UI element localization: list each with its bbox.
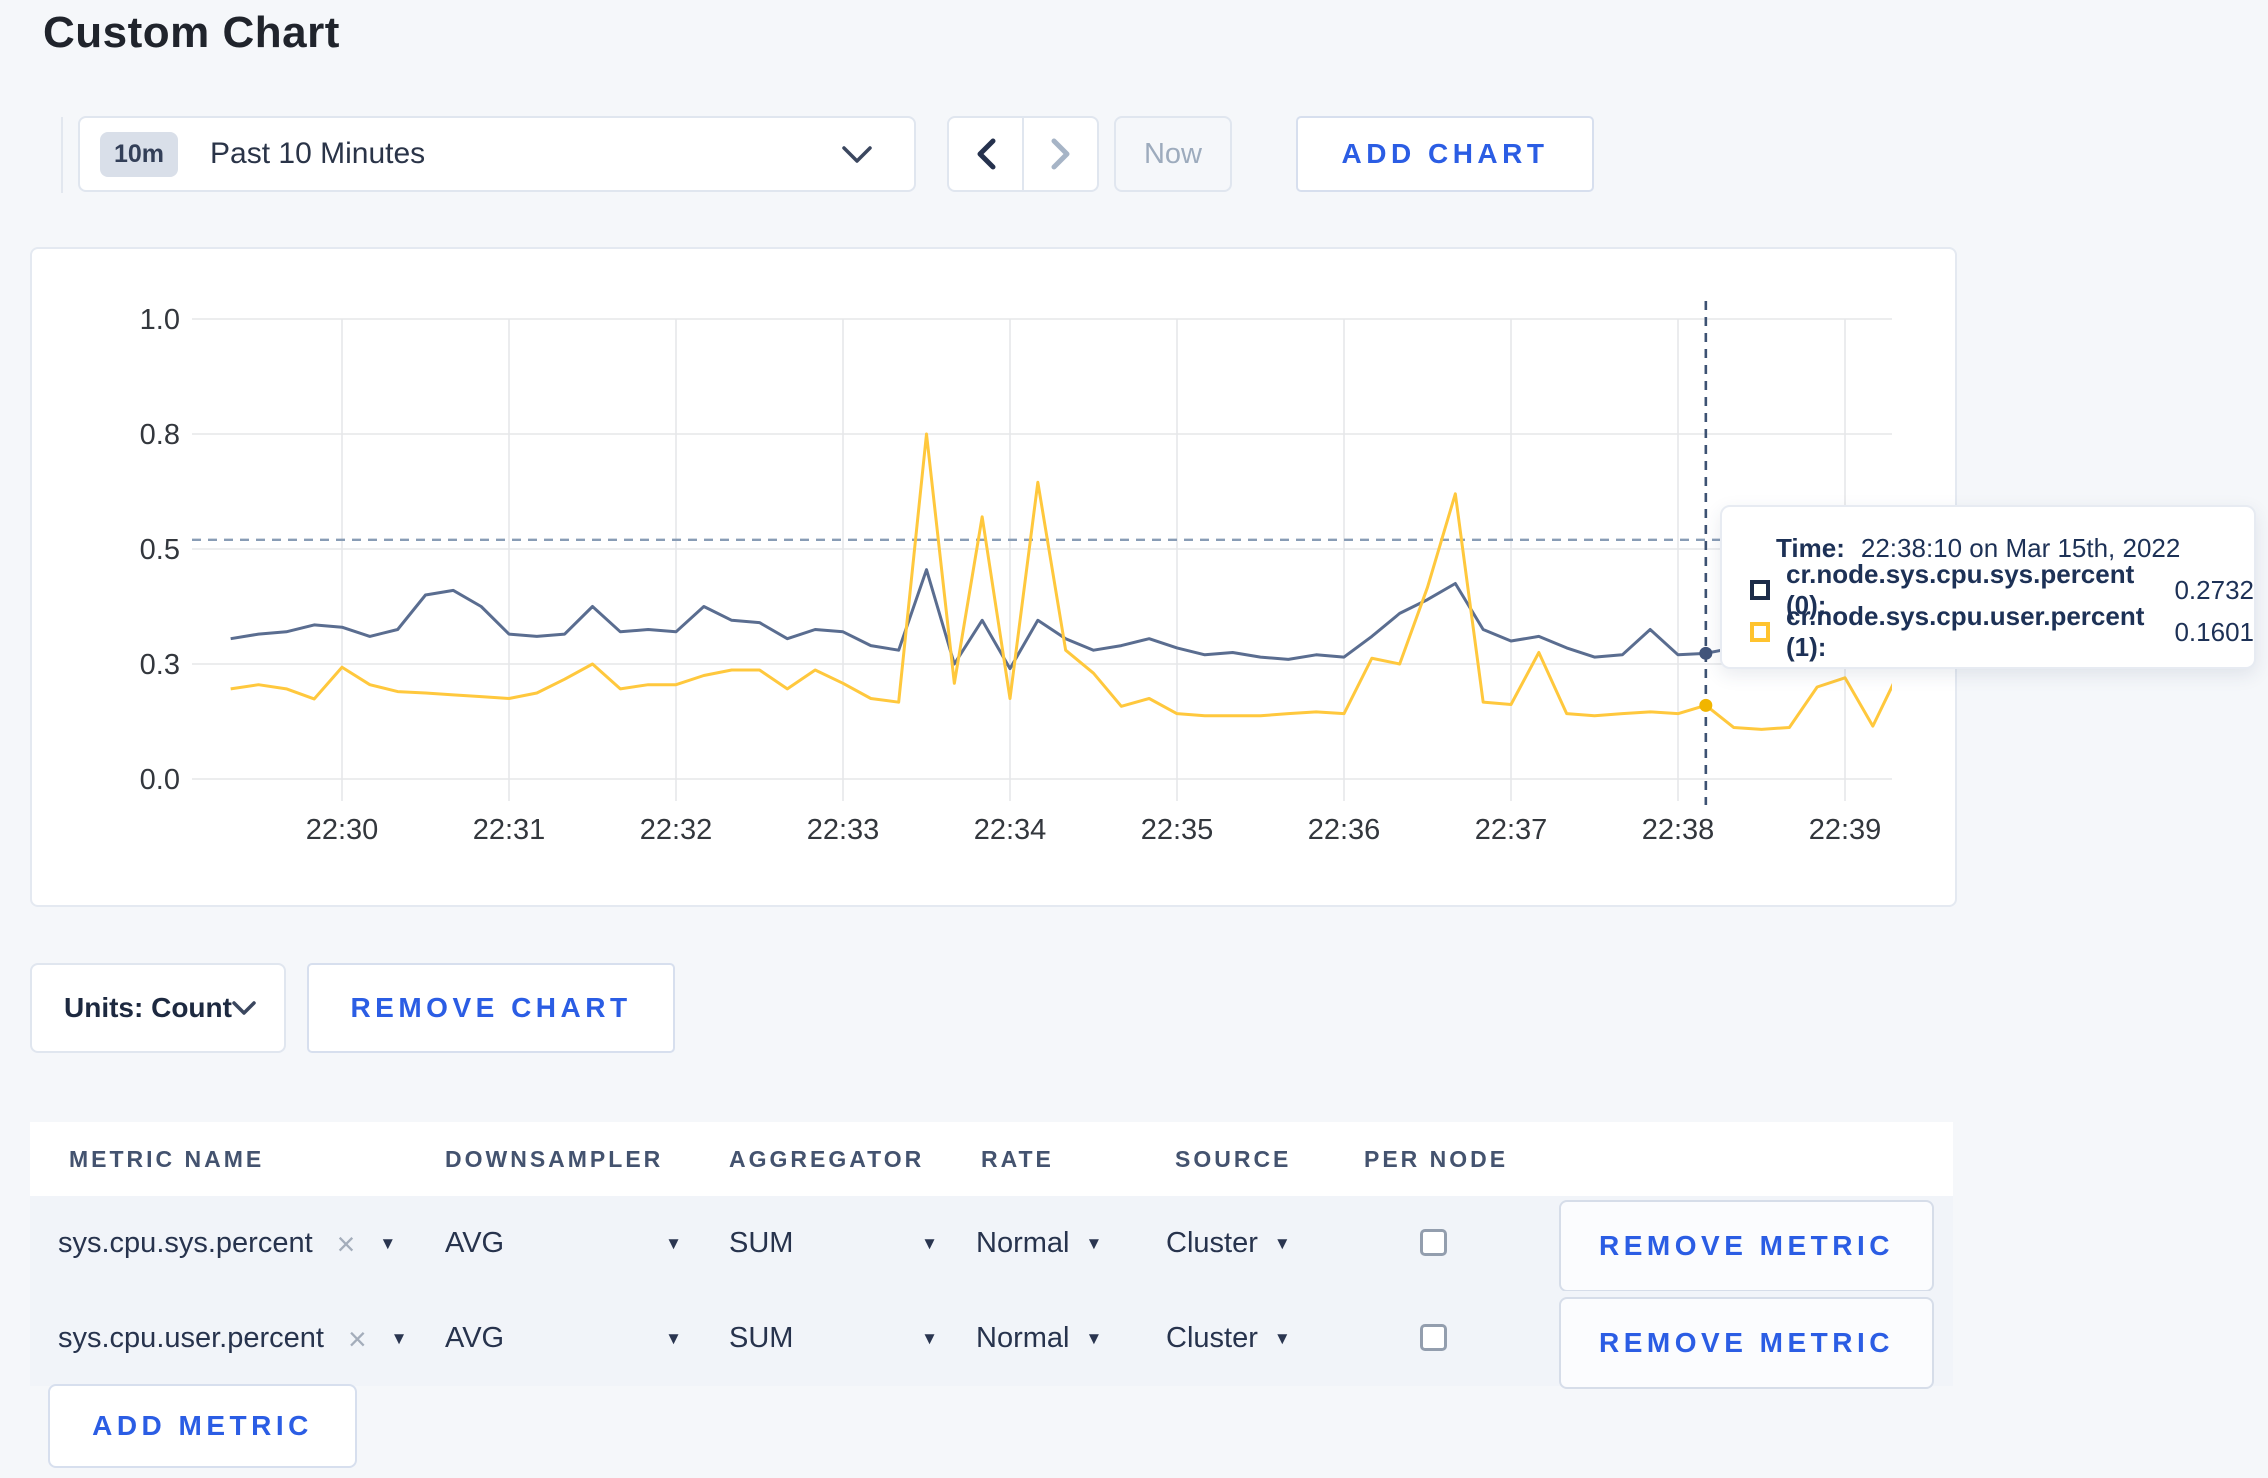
aggregator-select[interactable]: SUM ▼ (729, 1196, 938, 1291)
rate-value: Normal (976, 1322, 1070, 1354)
svg-text:22:35: 22:35 (1141, 814, 1214, 846)
svg-text:22:37: 22:37 (1475, 814, 1548, 846)
time-range-label: Past 10 Minutes (210, 137, 426, 170)
caret-down-icon: ▼ (1273, 1234, 1291, 1253)
col-header-per-node: PER NODE (1364, 1146, 1509, 1172)
chevron-left-icon (977, 138, 995, 170)
downsampler-value: AVG (445, 1322, 505, 1354)
col-header-downsampler: DOWNSAMPLER (445, 1146, 664, 1172)
metric-row: sys.cpu.sys.percent × ▼ AVG ▼ SUM ▼ Norm… (30, 1196, 1953, 1292)
aggregator-value: SUM (729, 1322, 794, 1354)
chart-card: 0.0 0.3 0.5 0.8 1.0 22:30 22:31 22:32 22:33 22:34… (30, 247, 1957, 907)
svg-text:22:38: 22:38 (1642, 814, 1715, 846)
caret-down-icon: ▼ (665, 1329, 682, 1348)
svg-text:22:33: 22:33 (807, 814, 880, 846)
now-button[interactable]: Now (1114, 116, 1232, 192)
caret-down-icon: ▼ (390, 1329, 408, 1348)
metric-name-select[interactable]: sys.cpu.sys.percent × ▼ (58, 1196, 396, 1291)
metric-name-value: sys.cpu.user.percent (58, 1322, 324, 1354)
source-select[interactable]: Cluster ▼ (1166, 1196, 1291, 1291)
col-header-source: SOURCE (1175, 1146, 1292, 1172)
series-swatch-user-icon (1750, 622, 1770, 642)
time-pager (947, 116, 1099, 192)
col-header-aggregator: AGGREGATOR (729, 1146, 925, 1172)
svg-text:22:34: 22:34 (974, 814, 1047, 846)
remove-metric-button[interactable]: REMOVE METRIC (1559, 1200, 1934, 1292)
caret-down-icon: ▼ (1085, 1234, 1103, 1253)
tooltip-series-value: 0.2732 (2174, 574, 2254, 605)
caret-down-icon: ▼ (1273, 1329, 1291, 1348)
rate-select[interactable]: Normal ▼ (976, 1196, 1102, 1291)
downsampler-select[interactable]: AVG ▼ (445, 1291, 682, 1386)
source-select[interactable]: Cluster ▼ (1166, 1291, 1291, 1386)
svg-text:22:30: 22:30 (306, 814, 379, 846)
caret-down-icon: ▼ (1085, 1329, 1103, 1348)
downsampler-select[interactable]: AVG ▼ (445, 1196, 682, 1291)
caret-down-icon: ▼ (921, 1234, 938, 1253)
time-prev-button[interactable] (947, 116, 1023, 192)
clear-metric-icon[interactable]: × (348, 1323, 367, 1355)
units-label: Units: Count (64, 992, 232, 1023)
time-range-badge: 10m (100, 131, 179, 177)
chevron-right-icon (1051, 138, 1069, 170)
svg-text:22:36: 22:36 (1308, 814, 1381, 846)
svg-text:0.5: 0.5 (140, 534, 180, 566)
aggregator-select[interactable]: SUM ▼ (729, 1291, 938, 1386)
svg-text:22:31: 22:31 (473, 814, 546, 846)
svg-text:1.0: 1.0 (140, 304, 180, 336)
tooltip-series-name: cr.node.sys.cpu.user.percent (1): (1786, 601, 2145, 662)
remove-metric-button[interactable]: REMOVE METRIC (1559, 1297, 1934, 1389)
metrics-table: METRIC NAME DOWNSAMPLER AGGREGATOR RATE … (30, 1122, 1953, 1389)
svg-text:0.0: 0.0 (140, 764, 180, 796)
svg-text:22:32: 22:32 (640, 814, 713, 846)
rate-value: Normal (976, 1227, 1070, 1259)
time-next-button[interactable] (1023, 116, 1099, 192)
units-dropdown[interactable]: Units: Count (30, 963, 286, 1053)
svg-text:0.3: 0.3 (140, 649, 180, 681)
tooltip-series-value: 0.1601 (2174, 616, 2254, 647)
tooltip-series-row: cr.node.sys.cpu.user.percent (1): 0.1601 (1750, 601, 2254, 662)
col-header-rate: RATE (981, 1146, 1054, 1172)
metric-name-select[interactable]: sys.cpu.user.percent × ▼ (58, 1291, 408, 1386)
clear-metric-icon[interactable]: × (337, 1228, 356, 1260)
rate-select[interactable]: Normal ▼ (976, 1291, 1102, 1386)
downsampler-value: AVG (445, 1227, 505, 1259)
series-swatch-sys-icon (1750, 580, 1770, 600)
line-chart[interactable]: 0.0 0.3 0.5 0.8 1.0 22:30 22:31 22:32 22:33 22:34… (32, 249, 1955, 905)
chevron-down-icon (232, 1001, 256, 1015)
source-value: Cluster (1166, 1322, 1258, 1354)
source-value: Cluster (1166, 1227, 1258, 1259)
per-node-checkbox[interactable] (1420, 1229, 1447, 1256)
toolbar-divider (61, 117, 63, 193)
svg-text:0.8: 0.8 (140, 419, 180, 451)
caret-down-icon: ▼ (379, 1234, 397, 1253)
metric-name-value: sys.cpu.sys.percent (58, 1227, 313, 1259)
add-metric-button[interactable]: ADD METRIC (48, 1384, 357, 1468)
caret-down-icon: ▼ (665, 1234, 682, 1253)
metric-row: sys.cpu.user.percent × ▼ AVG ▼ SUM ▼ Nor… (30, 1291, 1953, 1389)
remove-chart-button[interactable]: REMOVE CHART (307, 963, 675, 1053)
col-header-metric-name: METRIC NAME (69, 1146, 265, 1172)
svg-text:22:39: 22:39 (1809, 814, 1882, 846)
time-range-dropdown[interactable]: 10m Past 10 Minutes (78, 116, 916, 192)
add-chart-button[interactable]: ADD CHART (1296, 116, 1594, 192)
caret-down-icon: ▼ (921, 1329, 938, 1348)
chart-tooltip: Time: 22:38:10 on Mar 15th, 2022 cr.node… (1720, 505, 2256, 669)
table-header-row: METRIC NAME DOWNSAMPLER AGGREGATOR RATE … (30, 1122, 1953, 1196)
aggregator-value: SUM (729, 1227, 794, 1259)
chevron-down-icon (842, 146, 872, 163)
page-title: Custom Chart (43, 8, 340, 57)
per-node-checkbox[interactable] (1420, 1324, 1447, 1351)
